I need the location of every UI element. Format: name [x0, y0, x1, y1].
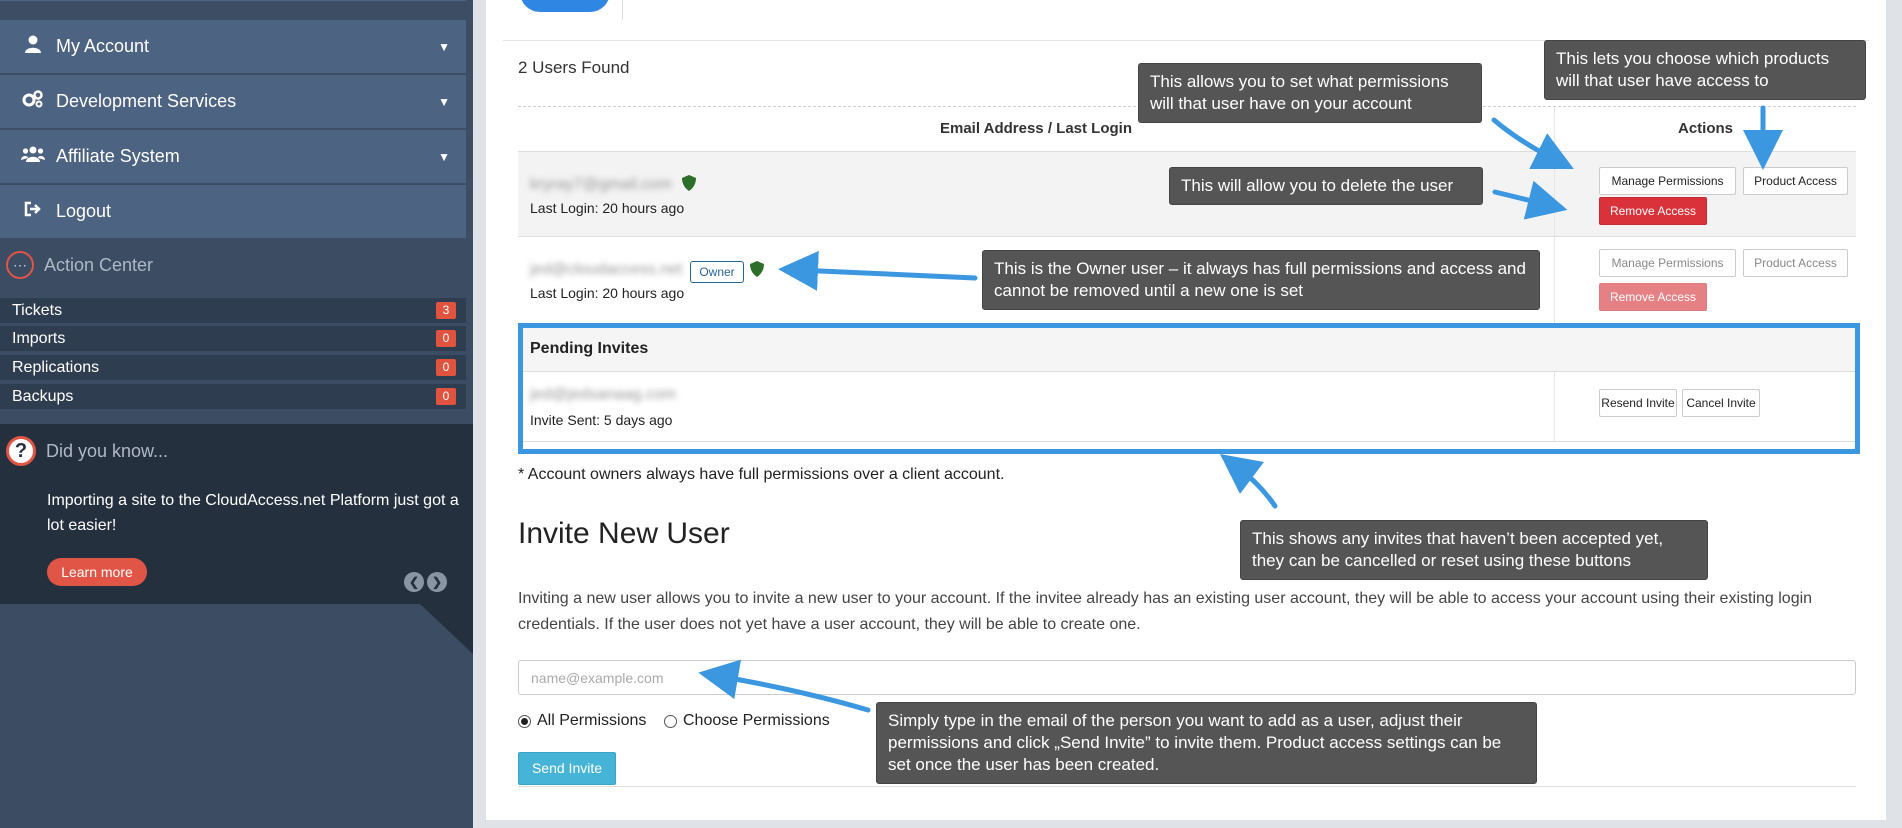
radio-button[interactable]: [664, 714, 677, 728]
count-badge: 0: [436, 359, 456, 376]
action-center-title: Action Center: [44, 254, 154, 275]
invite-title: Invite New User: [518, 517, 730, 550]
chevron-left-icon[interactable]: ❮: [404, 572, 424, 592]
radio-label: Choose Permissions: [683, 712, 830, 729]
did-you-know-title: Did you know...: [46, 440, 169, 461]
shield-icon: [750, 261, 764, 281]
remove-access-button: Remove Access: [1599, 283, 1707, 311]
action-center-label: Imports: [12, 329, 66, 347]
user-email: kryray7@gmail.com: [530, 176, 672, 193]
callout-permissions: This allows you to set what permissions …: [1138, 63, 1482, 123]
action-center-item-backups[interactable]: Backups 0: [0, 384, 466, 409]
did-you-know-header: ? Did you know...: [6, 436, 168, 466]
email-field[interactable]: [518, 660, 1856, 695]
carousel-controls: ❮ ❯: [404, 572, 447, 592]
column-header-actions: Actions: [1554, 107, 1856, 152]
count-badge: 0: [436, 388, 456, 405]
action-center: ⋯ Action Center Tickets 3 Imports 0 Repl…: [0, 239, 473, 424]
sidebar-item-label: Development Services: [56, 91, 237, 111]
column-divider: [1554, 152, 1555, 236]
action-center-item-tickets[interactable]: Tickets 3: [0, 298, 466, 323]
users-icon: [20, 146, 46, 167]
action-center-header: ⋯ Action Center: [6, 251, 153, 279]
action-center-item-replications[interactable]: Replications 0: [0, 355, 466, 380]
user-icon: [20, 35, 46, 58]
did-you-know-panel: ? Did you know... Importing a site to th…: [0, 424, 473, 604]
sidebar-background: [0, 604, 473, 828]
action-center-label: Backups: [12, 387, 74, 405]
question-icon: ?: [6, 436, 36, 466]
count-badge: 0: [436, 330, 456, 347]
manage-permissions-button: Manage Permissions: [1599, 249, 1736, 277]
sidebar-item-development-services[interactable]: Development Services ▼: [0, 75, 466, 129]
sidebar-item-label: Affiliate System: [56, 146, 180, 166]
callout-owner: This is the Owner user – it always has f…: [982, 250, 1540, 310]
shield-icon: [682, 175, 696, 195]
product-access-button[interactable]: Product Access: [1743, 167, 1848, 195]
last-login: Last Login: 20 hours ago: [530, 200, 685, 216]
users-found-count: 2 Users Found: [518, 58, 630, 77]
header-separator: [622, 0, 623, 20]
form-divider: [518, 786, 1856, 787]
spinner-icon: ⋯: [6, 251, 34, 279]
last-login: Last Login: 20 hours ago: [530, 285, 685, 301]
pending-invites-highlight: [518, 323, 1860, 454]
gears-icon: [20, 90, 46, 113]
radio-button[interactable]: [518, 714, 531, 728]
owner-badge: Owner: [690, 261, 744, 283]
callout-product-access: This lets you choose which products will…: [1544, 40, 1866, 100]
column-divider: [1554, 237, 1555, 324]
sidebar-item-affiliate-system[interactable]: Affiliate System ▼: [0, 130, 466, 184]
sidebar-item-label: Logout: [56, 201, 112, 221]
radio-all-permissions[interactable]: All Permissions: [518, 712, 646, 730]
sidebar-item-partial[interactable]: [0, 0, 466, 2]
learn-more-button[interactable]: Learn more: [47, 558, 147, 586]
owner-note: * Account owners always have full permis…: [518, 466, 1005, 483]
action-center-label: Tickets: [12, 301, 63, 319]
action-center-label: Replications: [12, 358, 100, 376]
sidebar-item-logout[interactable]: Logout: [0, 185, 466, 239]
user-email: jed@cloudaccess.net: [530, 261, 683, 278]
chevron-down-icon: ▼: [438, 94, 450, 109]
radio-label: All Permissions: [537, 712, 647, 729]
chevron-down-icon: ▼: [438, 149, 450, 164]
sidebar-item-label: My Account: [56, 36, 150, 56]
send-invite-button[interactable]: Send Invite: [518, 752, 616, 785]
sidebar: My Account ▼ Development Services ▼ Affi…: [0, 0, 473, 828]
invite-description: Inviting a new user allows you to invite…: [518, 590, 1813, 633]
sidebar-item-my-account[interactable]: My Account ▼: [0, 20, 466, 74]
header-button[interactable]: [520, 0, 610, 12]
callout-delete: This will allow you to delete the user: [1169, 167, 1483, 205]
count-badge: 3: [436, 302, 456, 319]
remove-access-button[interactable]: Remove Access: [1599, 197, 1707, 225]
logout-icon: [20, 201, 46, 222]
product-access-button: Product Access: [1743, 249, 1848, 277]
radio-choose-permissions[interactable]: Choose Permissions: [664, 712, 830, 730]
chevron-down-icon: ▼: [438, 39, 450, 54]
did-you-know-text: Importing a site to the CloudAccess.net …: [47, 492, 459, 534]
callout-send-invite: Simply type in the email of the person y…: [876, 702, 1537, 784]
callout-pending-invites: This shows any invites that haven’t been…: [1240, 520, 1708, 580]
sidebar-shadow: [420, 604, 473, 654]
manage-permissions-button[interactable]: Manage Permissions: [1599, 167, 1736, 195]
action-center-item-imports[interactable]: Imports 0: [0, 326, 466, 351]
chevron-right-icon[interactable]: ❯: [427, 572, 447, 592]
